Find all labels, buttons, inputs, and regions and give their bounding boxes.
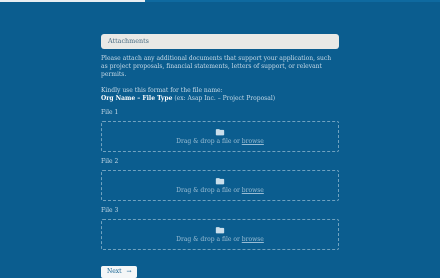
dropzone-instruction: Drag & drop a file or [176, 235, 240, 243]
folder-icon [215, 128, 225, 135]
arrow-right-icon: → [126, 268, 132, 275]
browse-link[interactable]: browse [242, 138, 264, 145]
file-2: File 2 Drag & drop a file or browse [101, 158, 339, 201]
next-button[interactable]: Next → [101, 266, 137, 278]
next-label: Next [107, 268, 122, 275]
dropzone-instruction: Drag & drop a file or [176, 137, 240, 145]
dropzone-text: Drag & drop a file or browse [176, 138, 264, 146]
dropzone-instruction: Drag & drop a file or [176, 186, 240, 194]
attachments-form: Attachments Please attach any additional… [101, 34, 339, 250]
progress-bar [0, 0, 440, 2]
naming-format-example-text: (ex: Asap Inc. – Project Proposal) [174, 95, 276, 102]
file-label: File 1 [101, 109, 119, 116]
naming-format-label: Kindly use this format for the file name… [101, 87, 223, 94]
section-intro: Please attach any additional documents t… [101, 55, 332, 78]
file-dropzone[interactable]: Drag & drop a file or browse [101, 121, 339, 152]
section-title: Attachments [108, 37, 149, 45]
dropzone-text: Drag & drop a file or browse [176, 187, 264, 195]
file-3: File 3 Drag & drop a file or browse [101, 207, 339, 250]
file-label: File 3 [101, 207, 119, 214]
folder-icon [215, 226, 225, 233]
dropzone-text: Drag & drop a file or browse [176, 236, 264, 244]
browse-link[interactable]: browse [242, 187, 264, 194]
section-header: Attachments [101, 34, 339, 49]
naming-format-example: Org Name – File Type (ex: Asap Inc. – Pr… [101, 95, 339, 103]
file-dropzone[interactable]: Drag & drop a file or browse [101, 219, 339, 250]
folder-icon [215, 177, 225, 184]
file-1: File 1 Drag & drop a file or browse [101, 109, 339, 152]
naming-format-strong: Org Name – File Type [101, 95, 173, 102]
browse-link[interactable]: browse [242, 236, 264, 243]
progress-fill [0, 0, 146, 2]
file-dropzone[interactable]: Drag & drop a file or browse [101, 170, 339, 201]
file-label: File 2 [101, 158, 119, 165]
